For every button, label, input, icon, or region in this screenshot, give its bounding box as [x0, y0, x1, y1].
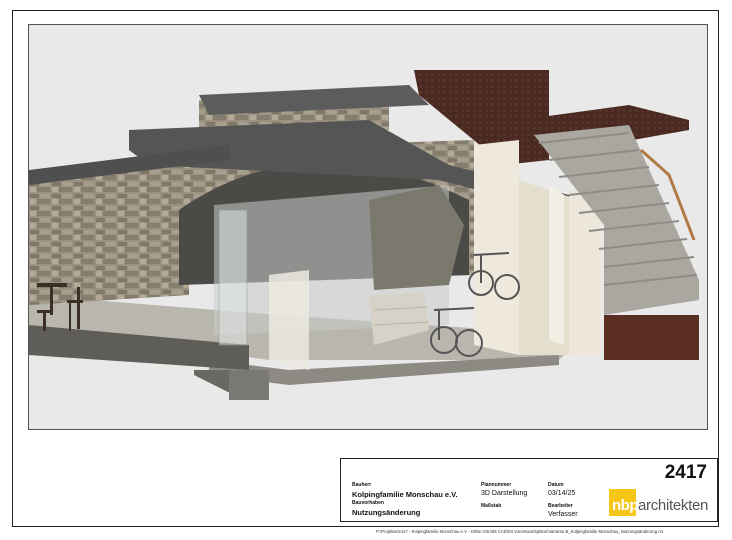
cream-wall-front: [474, 140, 519, 355]
project-name: Nutzungsänderung: [352, 508, 421, 517]
glass-partition-left: [218, 209, 248, 346]
glass-door: [269, 270, 309, 370]
scale-label: Maßstab: [481, 503, 502, 509]
plan-number-label: Plannummer: [481, 482, 512, 488]
client-label: Bauherr: [352, 482, 372, 488]
client-name: Kolpingfamilie Monschau e.V.: [352, 490, 458, 499]
cutaway-model: [29, 70, 699, 400]
date-label: Datum: [548, 482, 564, 488]
date-value: 03/14/25: [548, 490, 576, 497]
3d-render-view: [28, 24, 708, 430]
brick-base: [604, 315, 699, 360]
logo-architekten-text: architekten: [638, 497, 709, 514]
plan-type: 3D Darstellung: [481, 490, 528, 497]
logo-nbp-text: nbp: [612, 497, 639, 514]
title-block: 2417 Bauherr Kolpingfamilie Monschau e.V…: [340, 458, 718, 522]
lower-wall: [229, 370, 269, 400]
cream-panel: [549, 185, 564, 345]
project-label: Bauvorhaben: [352, 500, 384, 506]
project-number: 2417: [664, 462, 707, 483]
author-value: Verfasser: [548, 511, 578, 518]
author-label: Bearbeiter: [548, 503, 573, 509]
file-path: P:\Projekte\2417 - Kolpingfamilie Monsch…: [376, 529, 664, 534]
